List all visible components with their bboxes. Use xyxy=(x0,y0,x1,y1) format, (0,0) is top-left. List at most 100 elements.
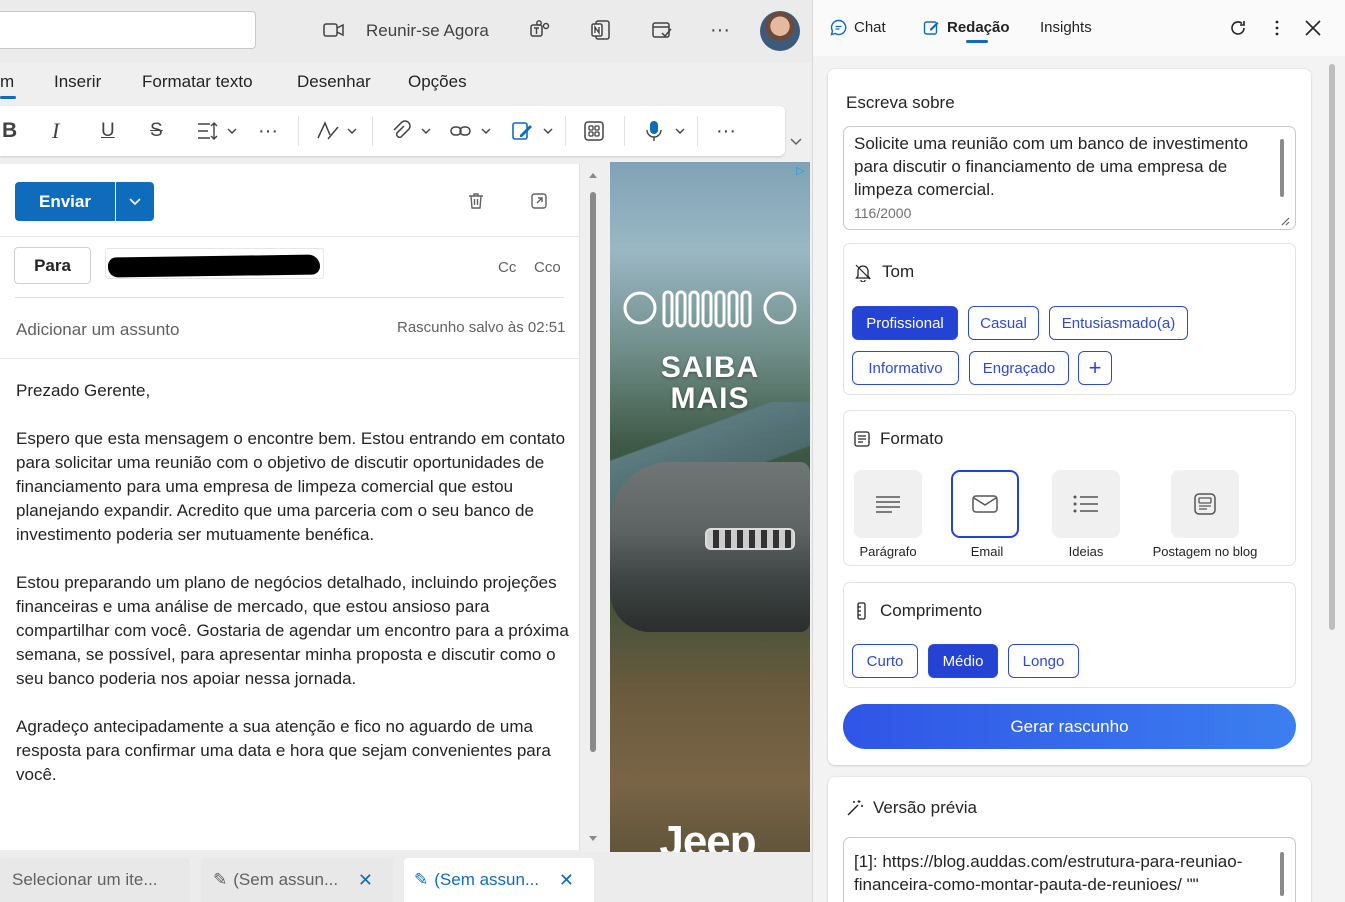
format-blog-button[interactable] xyxy=(1171,470,1239,538)
format-label-text: Formato xyxy=(880,429,944,448)
tab-label: (Sem assun... xyxy=(233,870,339,889)
message-body[interactable]: Prezado Gerente, Espero que esta mensage… xyxy=(16,379,571,811)
cc-button[interactable]: Cc xyxy=(498,259,516,276)
tab-chat[interactable]: Chat xyxy=(830,19,886,36)
to-button[interactable]: Para xyxy=(14,247,91,284)
video-camera-icon[interactable] xyxy=(320,16,348,44)
separator xyxy=(565,116,566,146)
tab-options[interactable]: Opções xyxy=(408,72,467,92)
tab-draw[interactable]: Desenhar xyxy=(297,72,371,92)
ad-choices-icon[interactable]: ▷ xyxy=(796,164,810,178)
body-paragraph: Prezado Gerente, xyxy=(16,381,151,400)
open-items-tabbar: Selecionar um ite... ✎ (Sem assun... ✕ ✎… xyxy=(0,852,812,902)
tone-funny[interactable]: Engraçado xyxy=(969,351,1069,385)
close-icon[interactable]: ✕ xyxy=(358,870,373,891)
scrollbar-thumb[interactable] xyxy=(590,192,596,752)
format-ideas-label: Ideias xyxy=(1068,544,1104,559)
italic-icon[interactable]: I xyxy=(52,118,59,144)
strikethrough-icon[interactable]: S xyxy=(150,118,163,144)
body-paragraph: Estou preparando um plano de negócios de… xyxy=(16,573,569,688)
tab-label: Insights xyxy=(1040,19,1092,36)
ribbon-tabs: m Inserir Formatar texto Desenhar Opções xyxy=(0,62,812,102)
dictate-icon[interactable] xyxy=(644,118,688,144)
tab-insights[interactable]: Insights xyxy=(1040,19,1092,36)
refresh-icon[interactable] xyxy=(1228,18,1248,43)
separator xyxy=(697,116,698,146)
teams-icon[interactable] xyxy=(526,16,554,44)
link-icon[interactable] xyxy=(450,118,494,144)
length-long[interactable]: Longo xyxy=(1008,644,1079,678)
tone-informative[interactable]: Informativo xyxy=(852,351,959,385)
tab-label: (Sem assun... xyxy=(434,870,540,889)
more-format-icon[interactable]: ··· xyxy=(258,118,278,144)
tone-enthusiastic[interactable]: Entusiasmado(a) xyxy=(1049,306,1188,340)
close-icon[interactable] xyxy=(1303,18,1323,43)
close-icon[interactable]: ✕ xyxy=(559,870,574,891)
length-short[interactable]: Curto xyxy=(852,644,918,678)
send-options-chevron-icon[interactable] xyxy=(116,182,154,221)
bcc-button[interactable]: Cco xyxy=(534,259,561,276)
tab-select-item[interactable]: Selecionar um ite... xyxy=(0,858,190,902)
add-tone-button[interactable]: + xyxy=(1078,351,1112,385)
tab-label: Redação xyxy=(947,19,1010,36)
ad-headline-line: SAIBA xyxy=(660,351,760,384)
onenote-icon[interactable] xyxy=(587,16,615,44)
tab-draft-2[interactable]: ✎ (Sem assun... ✕ xyxy=(404,858,594,902)
signature-icon[interactable] xyxy=(512,118,556,144)
pencil-icon: ✎ xyxy=(213,870,228,889)
format-email-button[interactable] xyxy=(951,470,1019,538)
more-tools-icon[interactable]: ··· xyxy=(716,118,736,144)
formatting-toolbar: B I U S ··· ··· xyxy=(0,106,785,156)
more-vertical-icon[interactable] xyxy=(1267,18,1287,43)
draft-saved-status: Rascunho salvo às 02:51 xyxy=(397,319,566,336)
pop-out-icon[interactable] xyxy=(529,191,549,216)
ruler-icon xyxy=(857,602,866,620)
trash-icon[interactable] xyxy=(466,191,486,216)
ad-grille-graphic xyxy=(705,528,795,550)
ad-headline-line: MAIS xyxy=(670,382,750,415)
preview-label: Versão prévia xyxy=(846,798,977,818)
expand-ribbon-chevron-icon[interactable] xyxy=(789,134,803,152)
preview-textarea[interactable]: [1]: https://blog.auddas.com/estrutura-p… xyxy=(843,837,1296,902)
meet-now-button[interactable]: Reunir-se Agora xyxy=(366,21,489,41)
attach-icon[interactable] xyxy=(390,118,434,144)
tab-insert[interactable]: Inserir xyxy=(54,72,101,92)
bold-icon[interactable]: B xyxy=(2,118,17,144)
more-options-icon[interactable]: ··· xyxy=(706,16,734,44)
tab-draft[interactable]: Redação xyxy=(923,19,1010,36)
subject-input[interactable]: Adicionar um assunto xyxy=(16,320,179,340)
textarea-scrollbar[interactable] xyxy=(1280,852,1284,896)
tone-label-text: Tom xyxy=(882,262,915,281)
textarea-scrollbar[interactable] xyxy=(1280,139,1284,197)
advertisement-banner[interactable]: SAIBA MAIS Jeep ▷ xyxy=(610,162,810,902)
styles-icon[interactable] xyxy=(316,118,360,144)
format-paragraph-button[interactable] xyxy=(854,470,922,538)
separator xyxy=(372,116,373,146)
send-button[interactable]: Enviar xyxy=(15,182,115,221)
paragraph-icon xyxy=(876,496,900,513)
resize-handle-icon[interactable] xyxy=(1280,216,1290,226)
format-ideas-button[interactable] xyxy=(1052,470,1120,538)
tab-draft-1[interactable]: ✎ (Sem assun... ✕ xyxy=(201,858,393,902)
divider xyxy=(0,236,580,237)
avatar[interactable] xyxy=(760,11,800,51)
body-paragraph: Espero que esta mensagem o encontre bem.… xyxy=(16,429,566,544)
prompt-textarea[interactable]: Solicite uma reunião com um banco de inv… xyxy=(843,126,1296,230)
underline-icon[interactable]: U xyxy=(101,118,115,144)
line-spacing-icon[interactable] xyxy=(196,118,240,144)
tab-message[interactable]: m xyxy=(0,72,14,92)
search-input[interactable] xyxy=(0,11,256,49)
write-about-label: Escreva sobre xyxy=(846,93,955,112)
apps-icon[interactable] xyxy=(583,118,605,144)
tone-professional[interactable]: Profissional xyxy=(852,306,958,340)
compose-icon xyxy=(923,21,939,35)
tab-format-text[interactable]: Formatar texto xyxy=(142,72,253,92)
length-medium[interactable]: Médio xyxy=(928,644,998,678)
chat-icon xyxy=(830,19,847,36)
tasks-icon[interactable] xyxy=(648,16,676,44)
generate-draft-button[interactable]: Gerar rascunho xyxy=(843,704,1296,749)
copilot-scrollbar[interactable] xyxy=(1329,64,1335,630)
character-count: 116/2000 xyxy=(854,205,912,221)
tone-casual[interactable]: Casual xyxy=(968,306,1039,340)
compose-scrollbar[interactable] xyxy=(588,172,598,844)
